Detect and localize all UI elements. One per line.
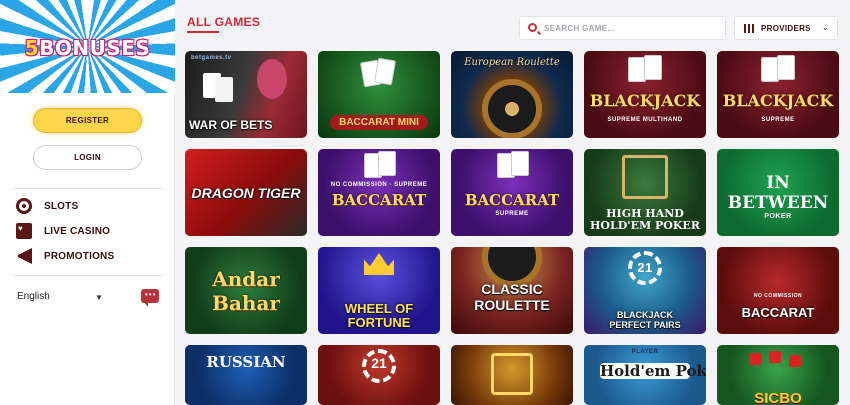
game-tile-blackjack-perfect-pairs[interactable]: 21 BLACKJACK PERFECT PAIRS	[584, 247, 706, 334]
menu-item-label: LIVE CASINO	[44, 225, 111, 237]
provider-label: betgames.tv	[191, 55, 232, 61]
logo[interactable]: 5BONUSES	[0, 0, 175, 93]
game-tile-21[interactable]: 21	[318, 345, 440, 405]
game-subtitle: NO COMMISSION · SUPREME	[330, 182, 428, 188]
game-tile-wheel-of-fortune[interactable]: WHEEL OF FORTUNE	[318, 247, 440, 334]
game-title: BACCARAT	[464, 191, 560, 209]
game-title: BLACKJACK PERFECT PAIRS	[609, 310, 681, 330]
game-subtitle: SUPREME	[761, 117, 795, 123]
game-tile-high-hand-holdem-poker[interactable]: HIGH HAND HOLD'EM POKER	[584, 149, 706, 236]
game-tile-in-between-poker[interactable]: IN BETWEEN POKER	[717, 149, 839, 236]
game-tile-baccarat-no-commission-supreme[interactable]: NO COMMISSION · SUPREME BACCARAT	[318, 149, 440, 236]
title-underline	[187, 31, 219, 33]
chat-icon[interactable]: •••	[141, 289, 159, 307]
game-tile-baccarat-mini[interactable]: BACCARAT MINI	[318, 51, 440, 138]
playing-card	[644, 55, 662, 80]
dealer-image	[257, 59, 287, 99]
game-title: European Roulette	[464, 57, 560, 68]
game-tile-war-of-bets[interactable]: betgames.tv WAR OF BETS	[185, 51, 307, 138]
live-casino-icon	[16, 223, 32, 239]
game-title: IN BETWEEN	[727, 173, 829, 213]
divider	[14, 275, 162, 276]
providers-dropdown[interactable]: PROVIDERS ⌄	[734, 16, 838, 40]
game-title: Hold'em Poker	[600, 362, 706, 380]
roulette-wheel	[482, 79, 542, 138]
game-tile-sicbo[interactable]: SICBO	[717, 345, 839, 405]
game-subtitle: PLAYER	[631, 349, 659, 355]
divider	[14, 188, 162, 189]
language-select[interactable]: English	[17, 291, 50, 302]
playing-card	[215, 77, 233, 102]
game-tile-european-roulette[interactable]: European Roulette	[451, 51, 573, 138]
dice-icon	[789, 355, 801, 367]
emblem	[622, 155, 668, 199]
game-title: SICBO	[754, 390, 802, 405]
logo-text: 5BONUSES	[24, 36, 151, 60]
slots-icon	[16, 198, 32, 214]
game-tile-blackjack-supreme[interactable]: BLACKJACK SUPREME	[717, 51, 839, 138]
game-title: DRAGON TIGER	[191, 185, 301, 201]
crown-icon	[364, 253, 394, 275]
search-icon	[528, 23, 537, 32]
dice-icon	[749, 353, 761, 365]
game-subtitle: POKER	[764, 213, 792, 220]
menu-item-label: SLOTS	[44, 200, 79, 212]
playing-card	[511, 151, 529, 176]
filter-icon	[744, 24, 754, 33]
chevron-down-icon[interactable]: ▼	[95, 293, 103, 302]
language-label: English	[17, 291, 50, 302]
game-subtitle: SUPREME	[495, 211, 529, 217]
emblem	[491, 353, 533, 395]
game-title: BLACKJACK	[722, 91, 834, 110]
dice-icon	[769, 351, 781, 363]
game-tile-andar-bahar[interactable]: Andar Bahar	[185, 247, 307, 334]
game-title: HIGH HAND HOLD'EM POKER	[590, 207, 700, 232]
game-title: 21	[371, 355, 387, 371]
game-title: CLASSIC ROULETTE	[474, 281, 550, 313]
playing-card	[378, 151, 396, 176]
sidebar: 5BONUSES REGISTER LOGIN SLOTS LIVE CASIN…	[0, 0, 175, 405]
game-title: Andar Bahar	[212, 267, 280, 315]
game-title: BACCARAT	[741, 305, 815, 320]
menu-item-label: PROMOTIONS	[44, 250, 115, 262]
game-tile-asian[interactable]	[451, 345, 573, 405]
game-title: BLACKJACK	[589, 91, 701, 110]
game-title: WAR OF BETS	[189, 118, 273, 132]
megaphone-icon	[16, 248, 32, 264]
chip-number: 21	[637, 260, 653, 275]
game-tile-baccarat-supreme[interactable]: BACCARAT SUPREME	[451, 149, 573, 236]
game-title: WHEEL OF FORTUNE	[344, 301, 414, 330]
game-title: RUSSIAN	[206, 353, 286, 371]
game-grid: betgames.tv WAR OF BETS BACCARAT MINI Eu…	[185, 51, 839, 405]
chevron-down-icon: ⌄	[822, 23, 829, 32]
game-title: BACCARAT MINI	[330, 115, 428, 130]
game-tile-russian-poker[interactable]: RUSSIAN	[185, 345, 307, 405]
game-tile-dragon-tiger[interactable]: DRAGON TIGER	[185, 149, 307, 236]
playing-card	[777, 55, 795, 80]
game-tile-classic-roulette[interactable]: CLASSIC ROULETTE	[451, 247, 573, 334]
register-button[interactable]: REGISTER	[33, 108, 142, 133]
game-tile-baccarat-no-commission[interactable]: NO COMMISSION BACCARAT	[717, 247, 839, 334]
game-subtitle: NO COMMISSION	[753, 293, 803, 299]
login-button[interactable]: LOGIN	[33, 145, 142, 170]
page-title: ALL GAMES	[187, 15, 261, 29]
game-tile-holdem-poker[interactable]: PLAYER Hold'em Poker	[584, 345, 706, 405]
search-input[interactable]	[544, 20, 719, 37]
menu-item-live-casino[interactable]: LIVE CASINO	[16, 221, 110, 241]
game-subtitle: SUPREME MULTIHAND	[607, 117, 683, 123]
providers-label: PROVIDERS	[761, 24, 811, 33]
menu-item-promotions[interactable]: PROMOTIONS	[16, 246, 114, 266]
playing-card	[373, 57, 397, 86]
game-title: BACCARAT	[331, 191, 427, 209]
search-box[interactable]	[519, 16, 726, 40]
game-tile-blackjack-supreme-multihand[interactable]: BLACKJACK SUPREME MULTIHAND	[584, 51, 706, 138]
menu-item-slots[interactable]: SLOTS	[16, 196, 78, 216]
